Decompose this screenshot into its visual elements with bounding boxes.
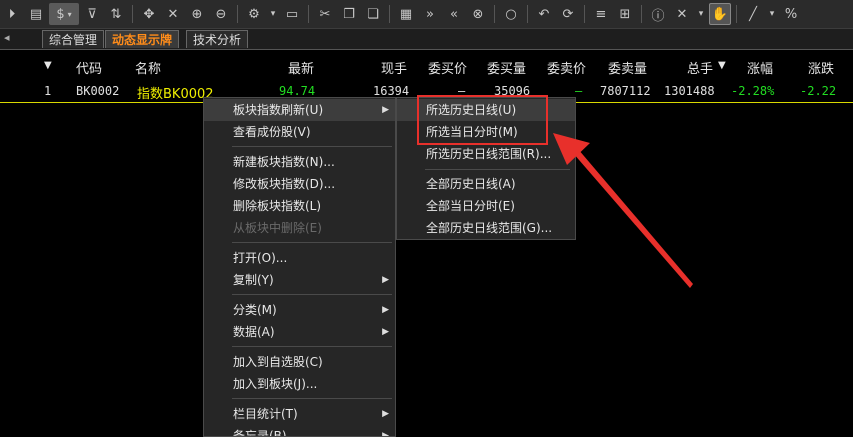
annotation-arrow-icon: [553, 133, 693, 288]
